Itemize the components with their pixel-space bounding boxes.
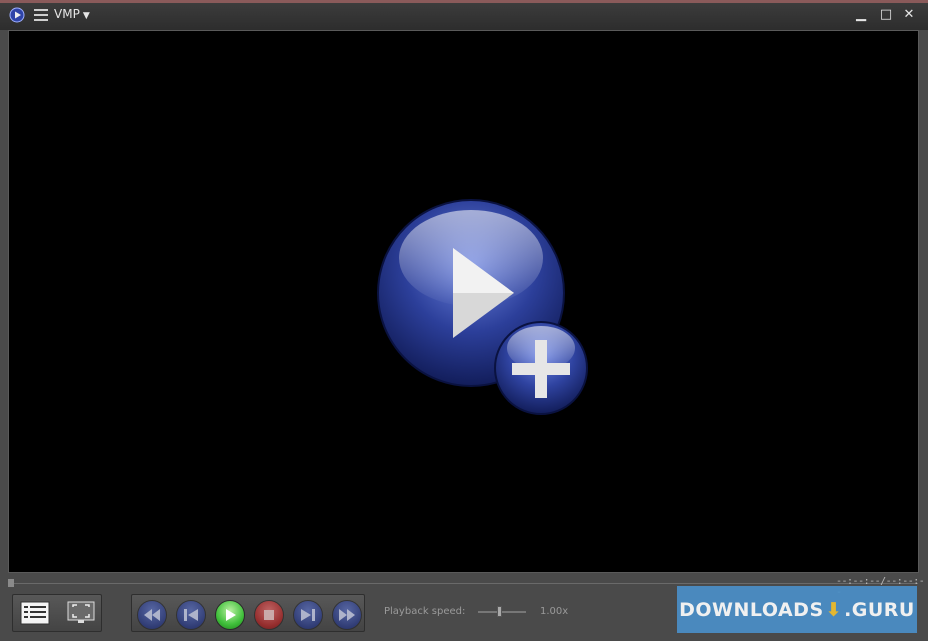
video-area[interactable] <box>8 30 919 573</box>
title-bar: VMP ▼ ▁ □ ✕ <box>0 0 928 30</box>
playlist-icon <box>20 601 50 625</box>
previous-icon <box>184 609 198 621</box>
minimize-button[interactable]: ▁ <box>852 7 870 23</box>
menu-icon[interactable] <box>34 9 48 21</box>
watermark-text-left: DOWNLOADS <box>679 598 824 621</box>
fast-forward-icon <box>339 609 355 621</box>
watermark-text-right: .GURU <box>844 598 915 621</box>
previous-button[interactable] <box>176 600 206 630</box>
playback-speed-thumb[interactable] <box>497 606 503 617</box>
play-button[interactable] <box>215 600 245 630</box>
add-media-play-icon[interactable] <box>369 196 589 416</box>
next-button[interactable] <box>293 600 323 630</box>
rewind-icon <box>144 609 160 621</box>
download-arrow-icon: ⬇ <box>825 598 843 621</box>
seek-track <box>8 583 918 584</box>
close-button[interactable]: ✕ <box>900 7 918 23</box>
next-icon <box>301 609 315 621</box>
playback-speed-value: 1.00x <box>540 606 569 617</box>
view-controls-panel <box>12 594 102 632</box>
fast-forward-button[interactable] <box>332 600 362 630</box>
app-title-menu[interactable]: VMP ▼ <box>54 7 90 21</box>
transport-controls-panel <box>131 594 365 632</box>
rewind-button[interactable] <box>137 600 167 630</box>
playlist-button[interactable] <box>19 599 51 627</box>
play-icon <box>226 609 236 621</box>
fullscreen-button[interactable] <box>65 599 97 627</box>
chevron-down-icon: ▼ <box>82 11 90 21</box>
app-title: VMP <box>54 7 80 21</box>
stop-button[interactable] <box>254 600 284 630</box>
app-logo-icon[interactable] <box>9 7 25 23</box>
seek-thumb[interactable] <box>8 579 14 587</box>
downloads-guru-watermark: DOWNLOADS ⬇ .GURU <box>677 586 917 633</box>
stop-icon <box>264 610 274 620</box>
maximize-button[interactable]: □ <box>877 7 895 23</box>
playback-speed-label: Playback speed: <box>384 606 466 617</box>
fullscreen-icon <box>67 601 95 623</box>
